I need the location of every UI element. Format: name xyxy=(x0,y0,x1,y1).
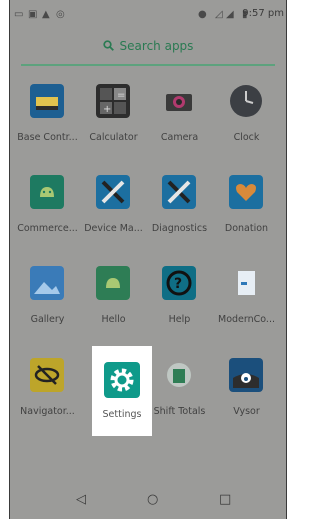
alarm-icon: ● xyxy=(198,9,207,20)
app-label: Clock xyxy=(233,132,260,143)
heart-hand-icon xyxy=(229,175,263,209)
search-label: Search apps xyxy=(119,38,194,53)
navigation-bar: ◁ ○ □ xyxy=(10,481,286,519)
app-label: ModernCo... xyxy=(218,314,275,325)
app-label: Vysor xyxy=(233,406,260,417)
app-clock[interactable]: Clock xyxy=(213,84,280,174)
app-navigator[interactable]: Navigator... xyxy=(14,358,81,448)
svg-text:=: = xyxy=(117,90,125,101)
app-camera[interactable]: Camera xyxy=(146,84,213,174)
app-commerce[interactable]: Commerce... xyxy=(14,175,81,265)
app-label: Donation xyxy=(224,223,269,234)
app-label: Help xyxy=(168,314,191,325)
app-label: Shift Totals xyxy=(153,406,206,417)
phone-screen: ▭ ▣ ▲ ◎ ● ◿ ◢ ▮ 9:57 pm Search apps Base… xyxy=(9,0,287,519)
base-control-icon xyxy=(30,84,64,118)
app-label: Diagnostics xyxy=(151,223,208,234)
app-label: Gallery xyxy=(30,314,65,325)
app-shift-totals[interactable]: Shift Totals xyxy=(146,358,213,448)
app-label: Camera xyxy=(160,132,199,143)
app-settings[interactable]: Settings xyxy=(92,346,152,436)
android-icon xyxy=(96,266,130,300)
status-time: 9:57 pm xyxy=(242,8,284,19)
notification-icon: ▭ xyxy=(14,9,24,20)
warning-icon: ▲ xyxy=(42,9,50,20)
recents-icon[interactable]: □ xyxy=(219,493,231,506)
help-icon: ? xyxy=(162,266,196,300)
app-label: Commerce... xyxy=(17,223,78,234)
app-label: Navigator... xyxy=(20,406,75,417)
svg-text:+: + xyxy=(103,104,111,115)
app-label: Calculator xyxy=(89,132,138,143)
app-label: Hello xyxy=(101,314,126,325)
app-calculator[interactable]: + = Calculator xyxy=(80,84,147,174)
gallery-icon: ▣ xyxy=(28,9,38,20)
home-icon[interactable]: ○ xyxy=(147,493,158,506)
totals-icon xyxy=(162,358,196,392)
gear-icon xyxy=(104,362,140,398)
app-label: Base Contr... xyxy=(17,132,78,143)
android-icon xyxy=(30,175,64,209)
status-bar: ▭ ▣ ▲ ◎ ● ◿ ◢ ▮ 9:57 pm xyxy=(10,0,286,30)
app-vysor[interactable]: Vysor xyxy=(213,358,280,448)
app-diagnostics[interactable]: Diagnostics xyxy=(146,175,213,265)
document-icon xyxy=(229,266,263,300)
wifi-icon: ◢ xyxy=(226,9,234,20)
clock-icon xyxy=(229,84,263,118)
app-label: Device Ma... xyxy=(84,223,143,234)
signal-icon: ◿ xyxy=(215,9,223,20)
app-base-control[interactable]: Base Contr... xyxy=(14,84,81,174)
gallery-icon xyxy=(30,266,64,300)
tools-icon xyxy=(96,175,130,209)
app-device-manager[interactable]: Device Ma... xyxy=(80,175,147,265)
back-icon[interactable]: ◁ xyxy=(76,493,86,506)
app-gallery[interactable]: Gallery xyxy=(14,266,81,356)
sync-icon: ◎ xyxy=(56,9,65,20)
search-bar[interactable]: Search apps xyxy=(10,36,286,62)
search-icon xyxy=(102,40,114,51)
app-hello[interactable]: Hello xyxy=(80,266,147,356)
eye-slash-icon xyxy=(30,358,64,392)
app-donation[interactable]: Donation xyxy=(213,175,280,265)
calculator-icon: + = xyxy=(96,84,130,118)
svg-text:?: ? xyxy=(174,276,182,292)
app-modern-connect[interactable]: ModernCo... xyxy=(213,266,280,356)
tools-icon xyxy=(162,175,196,209)
vysor-icon xyxy=(229,358,263,392)
app-help[interactable]: ? Help xyxy=(146,266,213,356)
search-underline xyxy=(21,64,275,66)
camera-icon xyxy=(162,84,196,118)
